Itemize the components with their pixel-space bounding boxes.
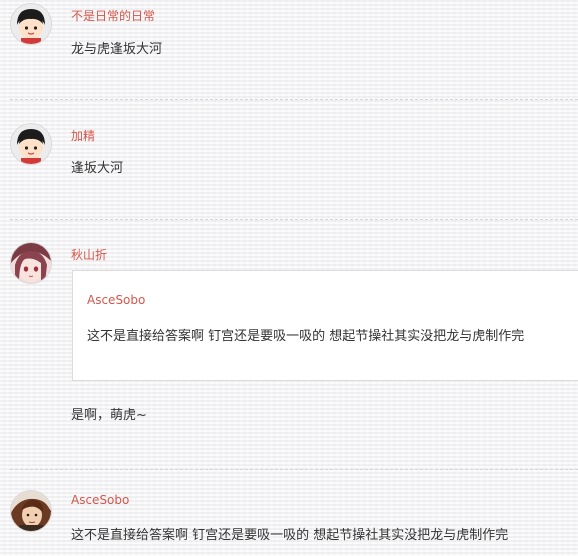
- comment-username[interactable]: 秋山折: [71, 246, 107, 263]
- comment-text: 这不是直接给答案啊 钉宫还是要吸一吸的 想起节操社其实没把龙与虎制作完: [71, 528, 509, 543]
- comment-username[interactable]: 不是日常的日常: [71, 7, 155, 24]
- comment-divider: [10, 219, 578, 220]
- comment-text: 逢坂大河: [71, 161, 124, 176]
- warrior-avatar-icon[interactable]: [10, 490, 52, 532]
- comment-divider: [10, 469, 578, 470]
- quoted-username[interactable]: AsceSobo: [87, 293, 145, 307]
- comment-divider: [10, 99, 578, 100]
- anime-girl-avatar-icon[interactable]: [10, 242, 52, 284]
- comment-username[interactable]: 加精: [71, 127, 95, 144]
- cartoon-boy-avatar-icon[interactable]: [10, 123, 52, 165]
- comment-text: 龙与虎逢坂大河: [71, 42, 163, 57]
- comment-text: 是啊，萌虎~: [71, 408, 147, 423]
- quoted-text: 这不是直接给答案啊 钉宫还是要吸一吸的 想起节操社其实没把龙与虎制作完: [87, 329, 525, 344]
- quoted-comment: AsceSobo 这不是直接给答案啊 钉宫还是要吸一吸的 想起节操社其实没把龙与…: [72, 270, 578, 381]
- cartoon-boy-avatar-icon[interactable]: [10, 3, 52, 45]
- comment-username[interactable]: AsceSobo: [71, 493, 129, 507]
